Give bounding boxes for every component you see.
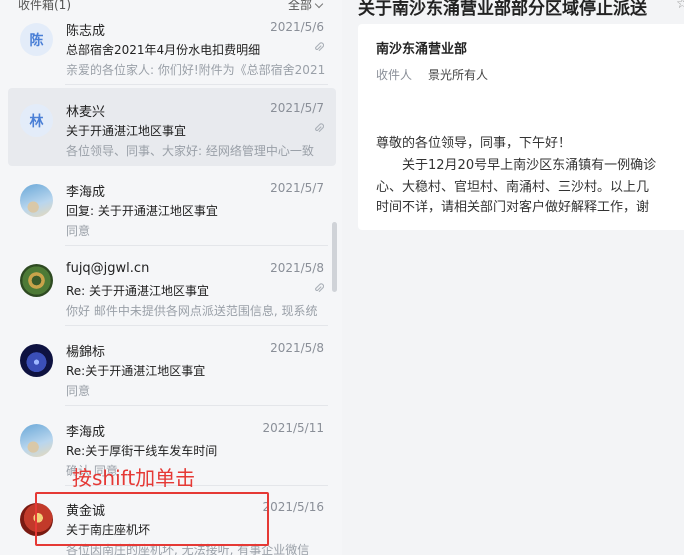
body-line: 关于12月20号早上南沙区东涌镇有一例确诊 — [376, 158, 657, 173]
mail-list-item[interactable]: 楊錦标 2021/5/8 Re:关于开通湛江地区事宜 同意 — [8, 328, 336, 406]
body-line: 尊敬的各位领导，同事，下午好！ — [376, 136, 572, 151]
avatar: 陈 — [20, 23, 53, 56]
mail-preview: 你好 邮件中未提供各网点派送范围信息, 现系统 — [66, 304, 318, 318]
mail-subject: Re:关于厚街干线车发车时间 — [66, 444, 218, 458]
paperclip-icon — [315, 283, 324, 293]
mail-subject: 总部宿舍2021年4月份水电扣费明细 — [66, 43, 261, 57]
divider — [65, 405, 328, 406]
reading-pane: 关于南沙东涌营业部部分区域停止派送 ☆ 南沙东涌营业部 收件人 景光所有人 尊敬… — [342, 0, 684, 555]
mail-preview: 各位领导、同事、大家好: 经网络管理中心一致 — [66, 144, 314, 158]
paperclip-icon — [315, 42, 324, 52]
sender-name: 林麦兴 — [66, 105, 106, 120]
mail-preview: 同意 — [66, 384, 91, 398]
avatar — [20, 344, 53, 377]
from-name[interactable]: 南沙东涌营业部 — [376, 38, 467, 57]
mail-subject: Re:关于开通湛江地区事宜 — [66, 364, 206, 378]
avatar — [20, 424, 53, 457]
mail-subject: 回复: 关于开通湛江地区事宜 — [66, 204, 218, 218]
sender-name: fujq@jgwl.cn — [66, 261, 150, 276]
divider — [65, 325, 328, 326]
annotation-text: 按shift加单击 — [72, 466, 196, 490]
mail-preview: 亲爱的各位家人: 你们好!附件为《总部宿舍2021 — [66, 63, 326, 77]
mail-title: 关于南沙东涌营业部部分区域停止派送 — [358, 0, 647, 19]
divider — [65, 84, 328, 85]
mail-date: 2021/5/7 — [270, 181, 324, 195]
star-icon[interactable]: ☆ — [676, 0, 684, 12]
annotation-highlight-box — [35, 492, 269, 546]
mail-subject: 关于开通湛江地区事宜 — [66, 124, 187, 138]
avatar — [20, 264, 53, 297]
mail-subject: Re: 关于开通湛江地区事宜 — [66, 284, 210, 298]
mail-list-item[interactable]: fujq@jgwl.cn 2021/5/8 Re: 关于开通湛江地区事宜 你好 … — [8, 248, 336, 326]
sender-name: 李海成 — [66, 185, 106, 200]
body-line: 心、大稳村、官坦村、南涌村、三沙村。以上几 — [376, 180, 650, 195]
sender-name: 李海成 — [66, 425, 106, 440]
mail-date: 2021/5/6 — [270, 20, 324, 34]
mail-preview: 同意 — [66, 224, 91, 238]
mail-date: 2021/5/16 — [262, 500, 324, 514]
mail-list-item-selected[interactable]: 林 林麦兴 2021/5/7 关于开通湛江地区事宜 各位领导、同事、大家好: 经… — [8, 88, 336, 166]
mail-date: 2021/5/7 — [270, 101, 324, 115]
mail-content-card: 南沙东涌营业部 收件人 景光所有人 尊敬的各位领导，同事，下午好！ 关于12月2… — [358, 24, 684, 230]
mail-date: 2021/5/8 — [270, 341, 324, 355]
body-line: 时间不详，请相关部门对客户做好解释工作，谢 — [376, 200, 650, 215]
sender-name: 陈志成 — [66, 24, 106, 39]
avatar — [20, 184, 53, 217]
to-label: 收件人 — [376, 68, 413, 82]
mail-list-item[interactable]: 陈 陈志成 2021/5/6 总部宿舍2021年4月份水电扣费明细 亲爱的各位家… — [8, 7, 336, 85]
divider — [65, 245, 328, 246]
paperclip-icon — [315, 123, 324, 133]
to-value[interactable]: 景光所有人 — [428, 66, 488, 83]
avatar: 林 — [20, 104, 53, 137]
list-scrollbar[interactable] — [332, 222, 337, 292]
sender-name: 楊錦标 — [66, 345, 106, 360]
mail-date: 2021/5/8 — [270, 261, 324, 275]
mail-date: 2021/5/11 — [262, 421, 324, 435]
mail-list-item[interactable]: 李海成 2021/5/7 回复: 关于开通湛江地区事宜 同意 — [8, 168, 336, 246]
